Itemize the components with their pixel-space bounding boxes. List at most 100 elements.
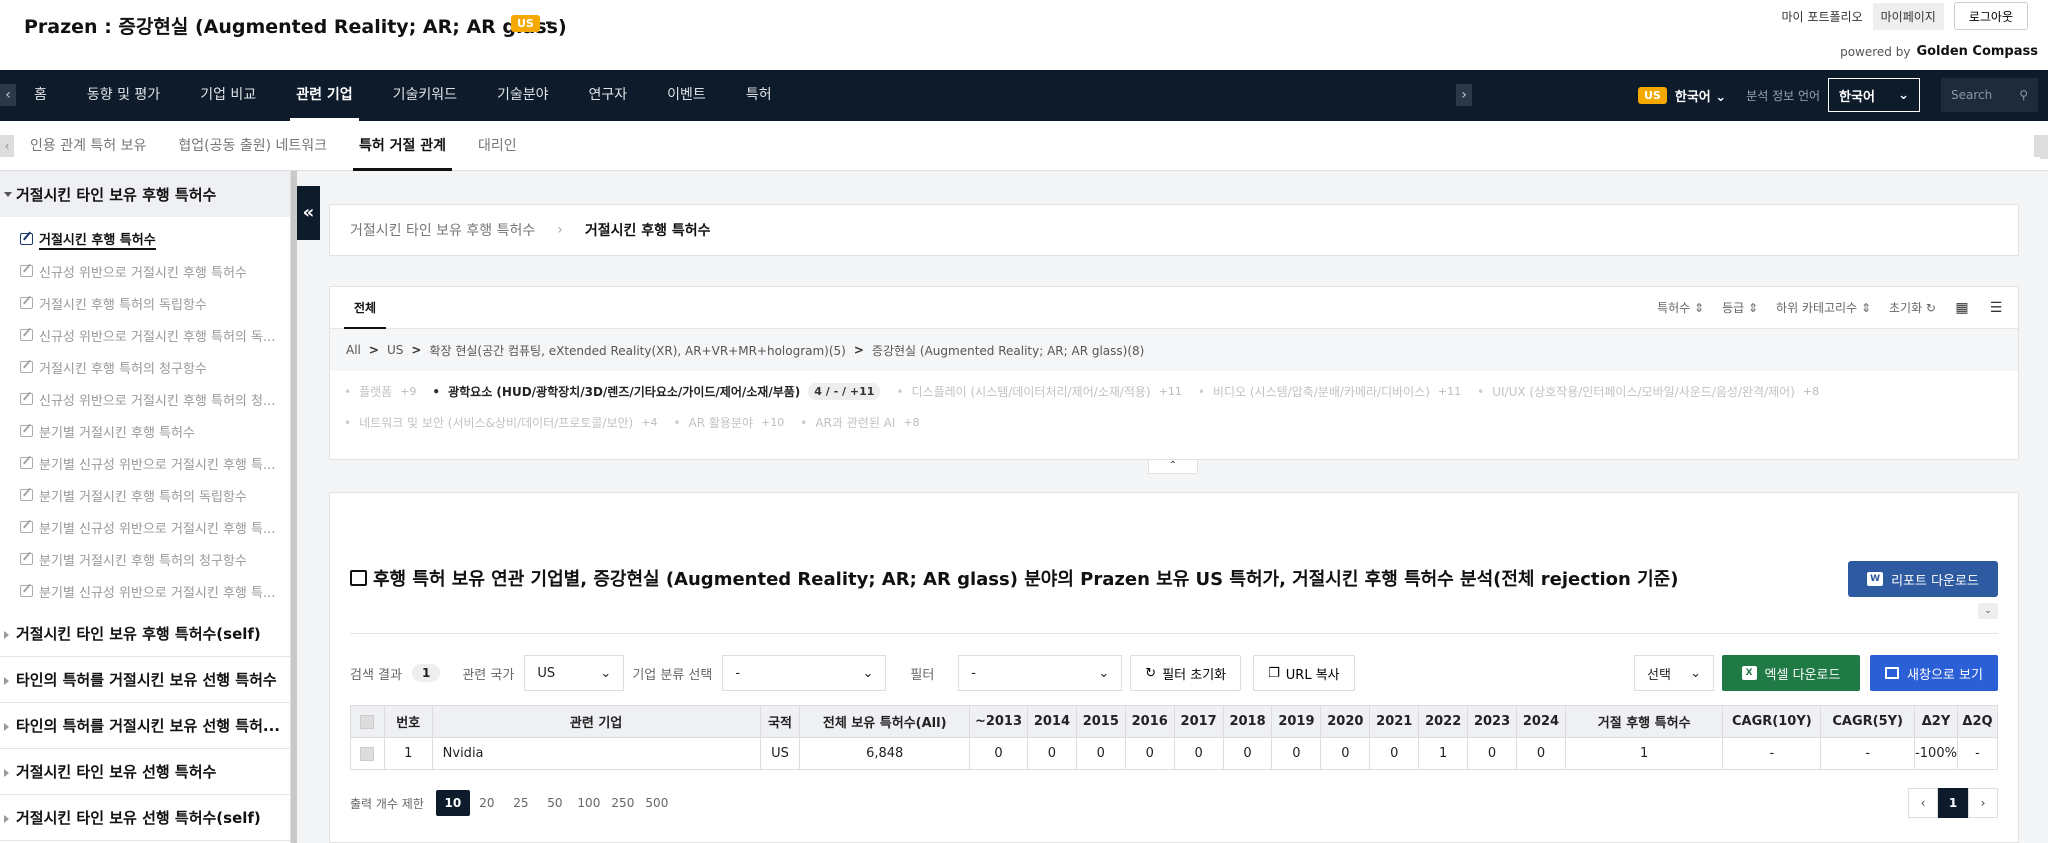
company-class-select[interactable]: - ⌄ <box>722 655 887 691</box>
category-item[interactable]: UI/UX (상호작용/인터페이스/모바일/사운드/음성/완격/제어)+8 <box>1477 383 1819 400</box>
column-header[interactable]: CAGR(5Y) <box>1820 705 1916 738</box>
subtab-left-arrow-icon[interactable]: ‹ <box>0 135 14 157</box>
my-portfolio-link[interactable]: 마이 포트폴리오 <box>1782 8 1863 25</box>
category-item[interactable]: AR과 관련된 AI+8 <box>800 414 919 431</box>
sidebar-item[interactable]: 분기별 거절시킨 후행 특허의 독립항수 <box>0 479 290 511</box>
category-item-active[interactable]: 광학요소 (HUD/광학장치/3D/렌즈/기타요소/가이드/제어/소재/부품)4… <box>432 383 881 400</box>
column-header[interactable]: 전체 보유 특허수(All) <box>799 705 971 738</box>
company-name-cell[interactable]: Nvidia <box>431 737 761 770</box>
column-header[interactable]: 2016 <box>1124 705 1175 738</box>
sidebar-section-open[interactable]: 거절시킨 타인 보유 후행 특허수 <box>0 171 290 217</box>
page-size-option[interactable]: 50 <box>538 790 572 816</box>
column-header[interactable]: 거절 후행 특허수 <box>1564 705 1724 738</box>
sidebar-item[interactable]: 거절시킨 후행 특허의 청구항수 <box>0 351 290 383</box>
sort-grade[interactable]: 등급 ⇕ <box>1722 299 1758 316</box>
category-item[interactable]: 네트워크 및 보안 (서비스&상비/데이터/프로토콜/보안)+4 <box>344 414 657 431</box>
column-header[interactable]: 2023 <box>1467 705 1518 738</box>
sidebar-item[interactable]: 분기별 신규성 위반으로 거절시킨 후행 특... <box>0 511 290 543</box>
nav-item-tech-keywords[interactable]: 기술키워드 <box>373 70 477 121</box>
column-header[interactable]: 2015 <box>1075 705 1126 738</box>
nav-item-tech-fields[interactable]: 기술분야 <box>477 70 569 121</box>
sidebar-collapse-button[interactable]: « <box>297 186 320 240</box>
column-header[interactable]: 2020 <box>1320 705 1371 738</box>
tab-citation-patents[interactable]: 인용 관계 특허 보유 <box>14 121 162 171</box>
search-icon[interactable]: ⚲ <box>2019 88 2028 102</box>
nav-item-company-compare[interactable]: 기업 비교 <box>180 70 276 121</box>
page-size-option[interactable]: 25 <box>504 790 538 816</box>
list-view-icon[interactable]: ☰ <box>1988 301 2004 315</box>
tab-patent-rejection[interactable]: 특허 거절 관계 <box>343 121 462 171</box>
category-item[interactable]: 디스플레이 (시스템/데이터처리/제어/소재/적용)+11 <box>896 383 1181 400</box>
sidebar-section[interactable]: 거절시킨 타인 보유 후행 특허수(self) <box>0 611 290 657</box>
nav-item-patents[interactable]: 특허 <box>726 70 792 121</box>
sidebar-item[interactable]: 분기별 신규성 위반으로 거절시킨 후행 특... <box>0 575 290 607</box>
page-size-option[interactable]: 10 <box>435 790 470 816</box>
search-input[interactable]: Search ⚲ <box>1941 78 2038 112</box>
reset-sort-button[interactable]: 초기화 ↻ <box>1889 299 1936 316</box>
sidebar-item[interactable]: 분기별 신규성 위반으로 거절시킨 후행 특... <box>0 447 290 479</box>
nav-item-home[interactable]: 홈 <box>14 70 67 121</box>
report-download-button[interactable]: W 리포트 다운로드 <box>1848 561 1998 597</box>
column-header[interactable]: 2022 <box>1418 705 1469 738</box>
logout-button[interactable]: 로그아웃 <box>1953 2 2028 30</box>
sidebar-section[interactable]: 거절시킨 타인 보유 선행 특허수(self) <box>0 795 290 841</box>
filter-select[interactable]: - ⌄ <box>958 655 1123 691</box>
language-dropdown[interactable]: 한국어 ⌄ <box>1675 86 1726 105</box>
sidebar-item[interactable]: 신규성 위반으로 거절시킨 후행 특허수 <box>0 255 290 287</box>
sidebar-scrollbar[interactable] <box>291 171 297 843</box>
sidebar-item[interactable]: 신규성 위반으로 거절시킨 후행 특허의 독... <box>0 319 290 351</box>
sidebar-item[interactable]: 신규성 위반으로 거절시킨 후행 특허의 청... <box>0 383 290 415</box>
right-edge-scroll[interactable] <box>2040 135 2048 159</box>
sidebar-section[interactable]: 거절시킨 타인 보유 선행 특허수 <box>0 749 290 795</box>
page-size-option[interactable]: 20 <box>470 790 504 816</box>
tab-collab-network[interactable]: 협업(공동 출원) 네트워크 <box>162 121 343 171</box>
column-header[interactable]: 2018 <box>1222 705 1273 738</box>
next-page-icon[interactable]: › <box>1968 788 1998 818</box>
sort-subcategory-count[interactable]: 하위 카테고리수 ⇕ <box>1776 299 1871 316</box>
page-number[interactable]: 1 <box>1938 788 1968 818</box>
grid-view-icon[interactable]: ▦ <box>1954 301 1970 315</box>
tab-agent[interactable]: 대리인 <box>462 121 533 171</box>
page-size-option[interactable]: 500 <box>640 790 674 816</box>
sidebar-section[interactable]: 타인의 특허를 거절시킨 보유 선행 특허... <box>0 703 290 749</box>
category-item[interactable]: 비디오 (시스템/압축/분배/카메라/디바이스)+11 <box>1198 383 1461 400</box>
column-header[interactable]: Δ2Q <box>1956 705 1999 738</box>
tab-all[interactable]: 전체 <box>344 287 387 329</box>
column-header[interactable]: 관련 기업 <box>431 705 761 738</box>
action-select[interactable]: 선택 ⌄ <box>1634 655 1714 691</box>
path-us[interactable]: US <box>387 343 403 357</box>
reset-filter-button[interactable]: ↻ 필터 초기화 <box>1130 655 1242 691</box>
prev-page-icon[interactable]: ‹ <box>1908 788 1938 818</box>
table-row[interactable]: 1 Nvidia US 6,848 0 0 0 0 0 0 0 0 0 1 0 … <box>350 737 1999 770</box>
page-size-option[interactable]: 100 <box>572 790 606 816</box>
sort-patent-count[interactable]: 특허수 ⇕ <box>1657 299 1704 316</box>
nav-item-events[interactable]: 이벤트 <box>647 70 726 121</box>
sidebar-item[interactable]: 분기별 거절시킨 후행 특허수 <box>0 415 290 447</box>
sidebar-section[interactable]: 타인의 특허를 거절시킨 보유 선행 특허수 <box>0 657 290 703</box>
sidebar-item[interactable]: 분기별 거절시킨 후행 특허의 청구항수 <box>0 543 290 575</box>
chevron-down-icon[interactable]: ⌄ <box>1978 603 1998 619</box>
nav-item-trends[interactable]: 동향 및 평가 <box>67 70 180 121</box>
page-size-option[interactable]: 250 <box>606 790 640 816</box>
country-select[interactable]: US ⌄ <box>524 655 625 691</box>
nav-item-researchers[interactable]: 연구자 <box>569 70 648 121</box>
path-ar[interactable]: 증강현실 (Augmented Reality; AR; AR glass)(8… <box>872 342 1144 359</box>
column-header[interactable]: 국적 <box>759 705 801 738</box>
column-header[interactable]: 2017 <box>1173 705 1224 738</box>
column-header[interactable]: 2014 <box>1026 705 1077 738</box>
path-xr[interactable]: 확장 현실(공간 컴퓨팅, eXtended Reality(XR), AR+V… <box>429 342 845 359</box>
row-checkbox-cell[interactable] <box>350 737 385 770</box>
analysis-language-select[interactable]: 한국어 ⌄ <box>1828 78 1921 112</box>
select-all-checkbox[interactable] <box>360 714 375 729</box>
collapse-filter-chevron-up-icon[interactable]: ⌃ <box>1148 460 1198 474</box>
column-header[interactable]: ~2013 <box>969 705 1028 738</box>
my-page-link[interactable]: 마이페이지 <box>1872 2 1944 30</box>
nav-right-arrow-icon[interactable]: › <box>1456 84 1472 106</box>
sidebar-item[interactable]: 거절시킨 후행 특허의 독립항수 <box>0 287 290 319</box>
category-item[interactable]: AR 활용분야+10 <box>673 414 785 431</box>
column-header[interactable]: 2024 <box>1516 705 1566 738</box>
breadcrumb-parent[interactable]: 거절시킨 타인 보유 후행 특허수 <box>350 220 535 240</box>
row-checkbox[interactable] <box>360 746 375 761</box>
copy-url-button[interactable]: ❐ URL 복사 <box>1253 655 1355 691</box>
column-header[interactable]: 번호 <box>383 705 433 738</box>
